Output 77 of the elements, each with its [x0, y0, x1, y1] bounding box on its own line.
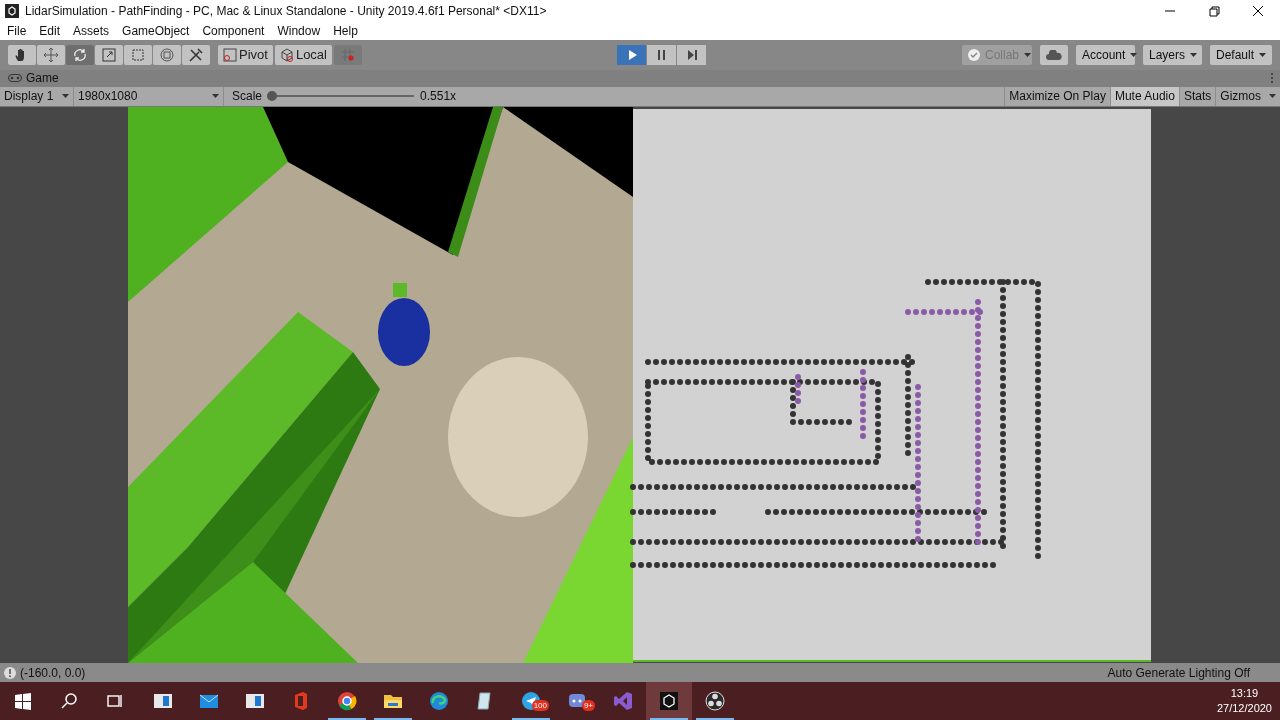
cloud-button[interactable] [1040, 44, 1068, 65]
taskbar-button[interactable]: 9+ [554, 682, 600, 720]
window-title: LidarSimulation - PathFinding - PC, Mac & Linux Standalone - Unity 2019.4.6f1 Personal* <DX11> [25, 4, 547, 18]
menu-item[interactable]: GameObject [122, 24, 190, 38]
rect-tool-icon [130, 46, 146, 63]
tool-button[interactable] [37, 44, 65, 65]
display-dropdown[interactable]: Display 1 [0, 86, 74, 106]
window-icon [245, 691, 265, 711]
rotate-arrows-icon [72, 46, 88, 63]
close-icon [1251, 5, 1265, 17]
taskbar-button[interactable] [646, 682, 692, 720]
wave-circle-icon [429, 691, 449, 711]
caret-icon [212, 94, 219, 99]
menu-item[interactable]: Edit [39, 24, 61, 38]
obs-logo-icon [705, 691, 725, 711]
cloud-icon [1046, 49, 1062, 60]
caret-icon [1130, 52, 1138, 57]
browser-icon [337, 691, 357, 711]
dropdown[interactable]: Account [1076, 44, 1135, 65]
lighting-status: Auto Generate Lighting Off [1107, 665, 1250, 680]
toggle-button[interactable]: Maximize On Play [1004, 86, 1110, 106]
tool-button[interactable] [8, 44, 36, 65]
search-icon [59, 691, 79, 711]
cube-icon [279, 47, 294, 62]
play-icon [626, 48, 638, 61]
pause-icon [656, 48, 668, 61]
menu-item[interactable]: Component [202, 24, 265, 38]
notification-badge: 100 [531, 700, 549, 711]
toggle-button[interactable]: Stats [1178, 86, 1216, 106]
windows-logo-icon [13, 691, 33, 711]
local-button[interactable]: Local [274, 44, 332, 65]
step-icon [686, 48, 698, 61]
menu-item[interactable]: Help [333, 24, 358, 38]
running-indicator [650, 718, 688, 720]
transform-icon [159, 46, 175, 63]
more-options-icon[interactable] [1270, 72, 1274, 85]
grid-snap-icon [341, 47, 355, 62]
caret-icon [1190, 52, 1197, 57]
running-indicator [328, 718, 366, 720]
caret-icon [1259, 52, 1266, 57]
dropdown[interactable]: Layers [1143, 44, 1202, 65]
menu-item[interactable]: Assets [73, 24, 110, 38]
tools-icon [188, 46, 204, 63]
restore-icon [1207, 5, 1221, 17]
clock-time: 13:19 [1230, 686, 1259, 701]
tool-button[interactable] [66, 44, 94, 65]
clock-date: 27/12/2020 [1216, 701, 1272, 716]
window-icon [153, 691, 173, 711]
dropdown[interactable]: Default [1210, 44, 1272, 65]
tool-button[interactable] [182, 44, 210, 65]
unity-logo-icon [659, 691, 679, 711]
pivot-button[interactable]: Pivot [218, 44, 273, 65]
scale-label: Scale [231, 89, 264, 104]
scale-value: 0.551x [419, 89, 457, 104]
toggle-button[interactable]: Gizmos [1215, 86, 1265, 106]
menu-item[interactable]: Window [277, 24, 321, 38]
move-arrows-icon [43, 46, 59, 63]
caret-icon [1024, 52, 1031, 57]
status-message: (-160.0, 0.0) [20, 665, 86, 680]
pivot-icon [223, 47, 237, 62]
running-indicator [512, 718, 550, 720]
caret-icon [62, 94, 69, 99]
resolution-dropdown[interactable]: 1980x1080 [74, 86, 224, 106]
step-button[interactable] [677, 44, 707, 65]
scale-icon [101, 46, 117, 63]
notification-badge: 9+ [581, 700, 595, 711]
running-indicator [696, 718, 734, 720]
unity-logo-icon [5, 4, 19, 18]
play-button[interactable] [617, 44, 647, 65]
menu-item[interactable]: File [7, 24, 27, 38]
gamepad-icon [8, 74, 22, 83]
taskbar-button[interactable]: 100 [508, 682, 554, 720]
running-indicator [374, 718, 412, 720]
caret-icon [1269, 94, 1276, 99]
check-circle-icon [968, 48, 980, 61]
info-icon [4, 666, 16, 679]
pause-button[interactable] [647, 44, 677, 65]
